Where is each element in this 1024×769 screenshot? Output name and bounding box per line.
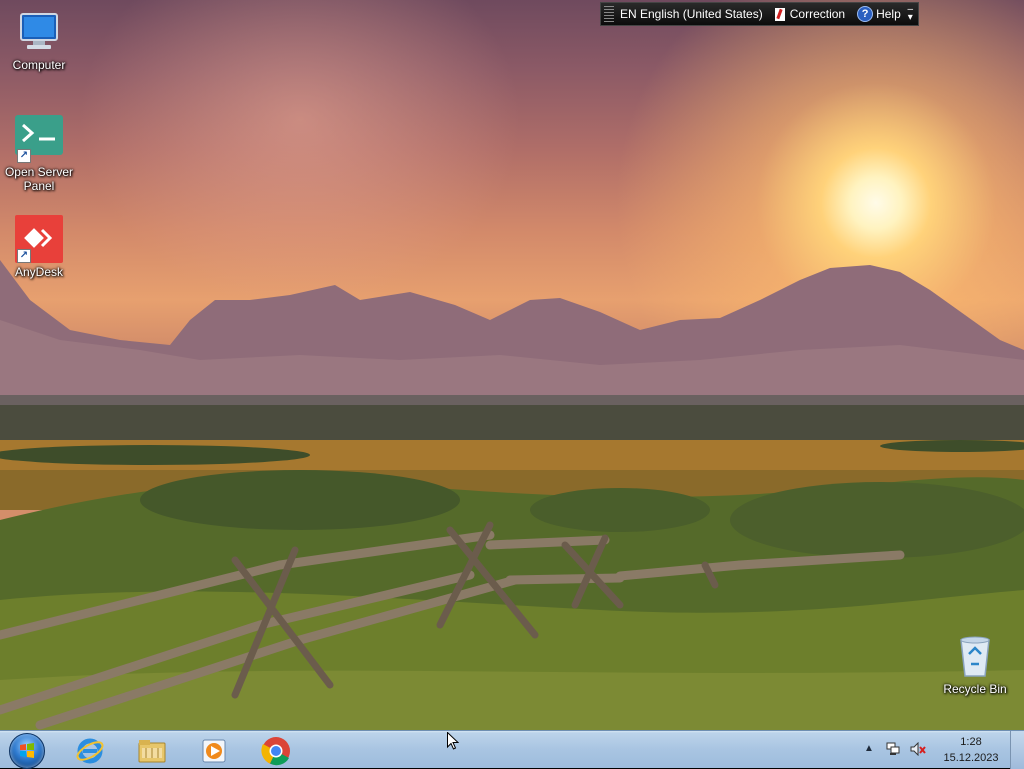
shortcut-arrow-icon: ↗ xyxy=(17,249,31,263)
language-label: EN English (United States) xyxy=(620,7,763,21)
desktop-icon-label: Computer xyxy=(12,58,66,72)
show-desktop-button[interactable] xyxy=(1010,731,1024,769)
help-button[interactable]: ? Help xyxy=(851,6,907,22)
desktop-wallpaper xyxy=(0,0,1024,730)
language-bar: EN English (United States) Correction ? … xyxy=(600,2,919,26)
taskbar-windows-explorer[interactable] xyxy=(123,733,177,767)
desktop-icon-recycle-bin[interactable]: Recycle Bin xyxy=(937,632,1013,696)
volume-muted-icon[interactable] xyxy=(910,742,926,756)
show-hidden-icons-button[interactable]: ▲ xyxy=(864,743,874,754)
desktop-icon-open-server-panel[interactable]: ↗ Open Server Panel xyxy=(1,115,77,193)
anydesk-icon: ↗ xyxy=(15,215,63,263)
media-player-icon xyxy=(202,739,226,763)
chevron-down-icon: ▾ xyxy=(907,12,913,23)
wallpaper-landscape xyxy=(0,260,1024,730)
file-explorer-icon xyxy=(138,740,166,763)
start-button[interactable] xyxy=(6,731,46,769)
desktop-icon-label: Recycle Bin xyxy=(943,682,1007,696)
clock-time: 1:28 xyxy=(960,736,982,748)
internet-explorer-icon xyxy=(76,738,104,764)
computer-icon xyxy=(15,8,63,56)
open-server-panel-icon: ↗ xyxy=(15,115,63,163)
recycle-bin-icon xyxy=(951,632,999,680)
correction-label: Correction xyxy=(789,7,846,21)
shortcut-arrow-icon: ↗ xyxy=(17,149,31,163)
help-label: Help xyxy=(876,7,901,21)
language-bar-options-button[interactable]: – ▾ xyxy=(907,5,913,23)
mouse-cursor-icon xyxy=(447,732,459,750)
taskbar-chrome[interactable] xyxy=(247,733,301,767)
taskbar-media-player[interactable] xyxy=(185,733,239,767)
help-icon: ? xyxy=(857,6,874,22)
desktop-icon-computer[interactable]: Computer xyxy=(1,8,77,72)
desktop-icon-anydesk[interactable]: ↗ AnyDesk xyxy=(1,215,77,279)
network-icon[interactable] xyxy=(886,742,900,755)
language-selector[interactable]: EN English (United States) xyxy=(614,7,769,21)
chrome-icon xyxy=(261,737,290,766)
drag-handle[interactable] xyxy=(604,6,614,22)
desktop-icon-label: AnyDesk xyxy=(14,265,64,279)
windows-logo-icon xyxy=(9,733,45,769)
clock-date: 15.12.2023 xyxy=(943,752,999,764)
desktop-icon-label: Open Server Panel xyxy=(4,165,74,193)
correction-button[interactable]: Correction xyxy=(769,7,851,21)
taskbar: ▲ 1:28 15.12.2023 xyxy=(0,730,1024,769)
correction-icon xyxy=(774,7,785,21)
clock[interactable]: 1:28 15.12.2023 xyxy=(936,734,1006,766)
taskbar-internet-explorer[interactable] xyxy=(61,733,115,767)
